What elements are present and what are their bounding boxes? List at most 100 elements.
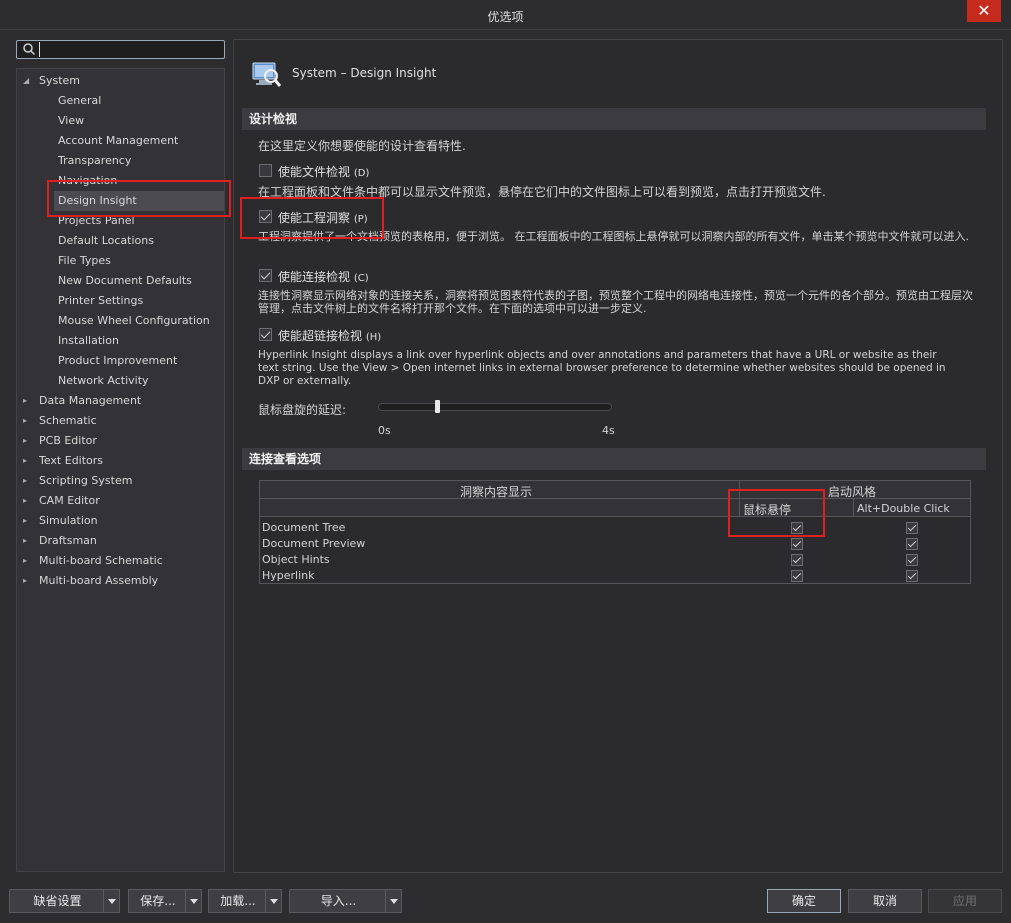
delay-max-label: 4s — [602, 424, 615, 437]
tree-item-label: System — [39, 74, 81, 87]
grid-row-label: Hyperlink — [262, 569, 315, 582]
hyperlink-insight-label[interactable]: 使能超链接检视 (H) — [278, 327, 381, 344]
hover-delay-label: 鼠标盘旋的延迟: — [258, 403, 347, 417]
connectivity-insight-label[interactable]: 使能连接检视 (C) — [278, 268, 369, 285]
tree-item[interactable]: Network Activity — [17, 371, 224, 391]
tree-item[interactable]: ▸ Data Management — [17, 391, 224, 411]
chevron-down-icon[interactable]: ◢ — [23, 71, 33, 91]
hover-delay-slider[interactable] — [378, 403, 612, 411]
chevron-right-icon[interactable]: ▸ — [23, 491, 33, 511]
tree-item-label: Scripting System — [39, 474, 133, 487]
tree-item-label: CAM Editor — [39, 494, 100, 507]
tree-item[interactable]: Printer Settings — [17, 291, 224, 311]
chevron-right-icon[interactable]: ▸ — [23, 431, 33, 451]
hyperlink-insight-checkbox[interactable] — [259, 328, 272, 341]
defaults-label: 缺省设置 — [33, 894, 82, 908]
page-title: System – Design Insight — [292, 66, 437, 80]
chevron-right-icon[interactable]: ▸ — [23, 511, 33, 531]
tree-item[interactable]: Default Locations — [17, 231, 224, 251]
grid-subheader-row: 鼠标悬停 Alt+Double Click — [260, 499, 970, 517]
tree-item-label: Default Locations — [58, 234, 154, 247]
tree-item[interactable]: ▸ Multi-board Assembly — [17, 571, 224, 591]
alt-double-click-checkbox[interactable] — [906, 522, 918, 534]
grid-header-row: 洞察内容显示 启动风格 — [260, 481, 970, 499]
grid-row-label: Object Hints — [262, 553, 330, 566]
delay-min-label: 0s — [378, 424, 391, 437]
hover-checkbox[interactable] — [791, 554, 803, 566]
tree-item[interactable]: ▸ Simulation — [17, 511, 224, 531]
grid-divider — [970, 481, 971, 517]
content-panel: System – Design Insight 设计检视 在这里定义你想要使能的… — [233, 39, 1003, 873]
tree-item[interactable]: ◢ System — [17, 71, 224, 91]
search-input[interactable] — [39, 42, 219, 57]
tree-item[interactable]: ▸ Text Editors — [17, 451, 224, 471]
tree-item[interactable]: ▸ PCB Editor — [17, 431, 224, 451]
file-insight-checkbox[interactable] — [259, 164, 272, 177]
chevron-right-icon[interactable]: ▸ — [23, 451, 33, 471]
tree-item[interactable]: Transparency — [17, 151, 224, 171]
chevron-down-icon[interactable] — [185, 890, 201, 912]
tree-item[interactable]: ▸ Schematic — [17, 411, 224, 431]
tree-item[interactable]: Mouse Wheel Configuration — [17, 311, 224, 331]
tree-item[interactable]: ▸ Draftsman — [17, 531, 224, 551]
tree-item[interactable]: ▸ Scripting System — [17, 471, 224, 491]
search-icon — [23, 43, 36, 56]
close-icon: ✕ — [977, 1, 991, 20]
tree-item-label: PCB Editor — [39, 434, 97, 447]
close-button[interactable]: ✕ — [967, 0, 1001, 22]
chevron-right-icon[interactable]: ▸ — [23, 471, 33, 491]
tree-item[interactable]: View — [17, 111, 224, 131]
tree-item[interactable]: Account Management — [17, 131, 224, 151]
chevron-right-icon[interactable]: ▸ — [23, 551, 33, 571]
tree-item[interactable]: New Document Defaults — [17, 271, 224, 291]
import-label: 导入... — [320, 894, 357, 908]
ok-button[interactable]: 确定 — [767, 889, 841, 913]
apply-button[interactable]: 应用 — [928, 889, 1002, 913]
alt-double-click-checkbox[interactable] — [906, 554, 918, 566]
tree-item-label: Account Management — [58, 134, 179, 147]
tree-item-label: Data Management — [39, 394, 142, 407]
tree-item[interactable]: ▸ CAM Editor — [17, 491, 224, 511]
connectivity-insight-desc: 连接性洞察显示网络对象的连接关系，洞察将预览图表符代表的子图，预览整个工程中的网… — [258, 289, 973, 315]
highlight-box-project-insight — [240, 197, 384, 239]
chevron-right-icon[interactable]: ▸ — [23, 531, 33, 551]
design-insight-icon — [252, 62, 282, 87]
tree-item-label: Multi-board Assembly — [39, 574, 159, 587]
tree-item[interactable]: General — [17, 91, 224, 111]
chevron-right-icon[interactable]: ▸ — [23, 391, 33, 411]
intro-text: 在这里定义你想要使能的设计查看特性. — [258, 139, 466, 153]
sub-alt-header: Alt+Double Click — [857, 502, 950, 515]
save-button[interactable]: 保存... — [128, 889, 202, 913]
alt-double-click-checkbox[interactable] — [906, 538, 918, 550]
alt-double-click-checkbox[interactable] — [906, 570, 918, 582]
search-box[interactable] — [16, 40, 225, 59]
load-button[interactable]: 加载... — [208, 889, 282, 913]
tree-item-label: Simulation — [39, 514, 98, 527]
cancel-button[interactable]: 取消 — [848, 889, 922, 913]
save-label: 保存... — [140, 894, 176, 908]
tree-item[interactable]: ▸ Multi-board Schematic — [17, 551, 224, 571]
chevron-right-icon[interactable]: ▸ — [23, 411, 33, 431]
chevron-down-icon[interactable] — [265, 890, 281, 912]
chevron-down-icon[interactable] — [385, 890, 401, 912]
tree-item[interactable]: Product Improvement — [17, 351, 224, 371]
import-button[interactable]: 导入... — [289, 889, 402, 913]
tree-item-label: Text Editors — [39, 454, 104, 467]
grid-divider — [853, 499, 854, 517]
hover-delay-thumb[interactable] — [434, 400, 440, 413]
file-insight-label[interactable]: 使能文件检视 (D) — [278, 163, 369, 180]
chevron-down-icon[interactable] — [103, 890, 119, 912]
tree-item-label: Network Activity — [58, 374, 149, 387]
tree-item-label: Schematic — [39, 414, 97, 427]
hover-checkbox[interactable] — [791, 570, 803, 582]
chevron-right-icon[interactable]: ▸ — [23, 571, 33, 591]
tree-item[interactable]: File Types — [17, 251, 224, 271]
defaults-button[interactable]: 缺省设置 — [9, 889, 120, 913]
tree-item-label: Mouse Wheel Configuration — [58, 314, 210, 327]
tree-item-label: File Types — [58, 254, 111, 267]
hover-checkbox[interactable] — [791, 538, 803, 550]
connectivity-insight-checkbox[interactable] — [259, 269, 272, 282]
insight-grid: 洞察内容显示 启动风格 鼠标悬停 Alt+Double Click Docume… — [259, 480, 971, 584]
title-bar: 优选项 ✕ — [0, 0, 1011, 30]
tree-item[interactable]: Installation — [17, 331, 224, 351]
